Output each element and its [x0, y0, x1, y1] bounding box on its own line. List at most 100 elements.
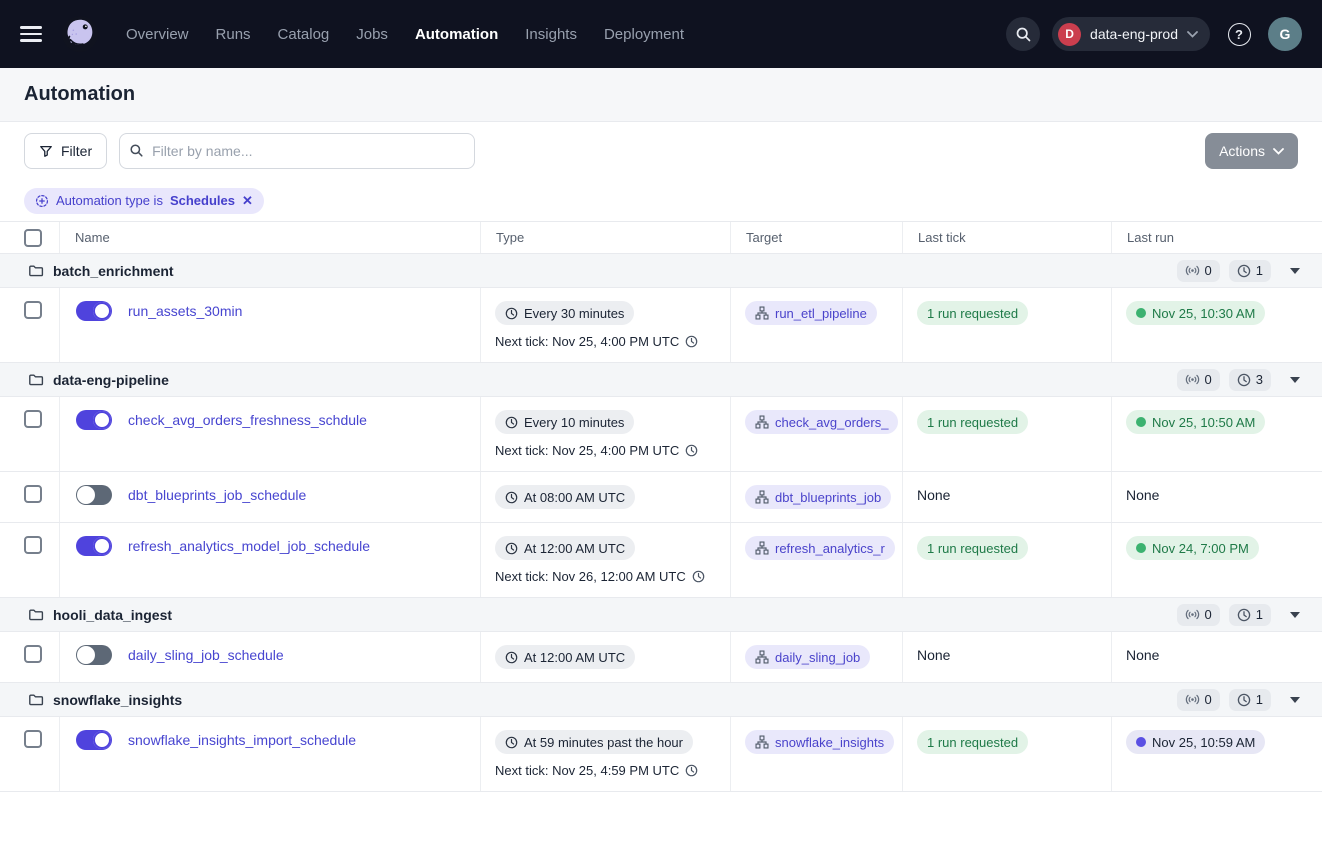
target-cell: run_etl_pipeline [731, 288, 903, 362]
search-button[interactable] [1006, 17, 1040, 51]
help-icon: ? [1228, 23, 1251, 46]
last-run-cell: Nov 24, 7:00 PM [1112, 523, 1322, 597]
clock-icon [685, 764, 698, 777]
last-run-pill[interactable]: Nov 25, 10:50 AM [1126, 410, 1265, 434]
enable-toggle[interactable] [76, 645, 112, 665]
schedule-count-badge: 1 [1229, 260, 1271, 282]
funnel-icon [39, 144, 53, 158]
last-tick-pill[interactable]: 1 run requested [917, 301, 1028, 325]
actions-button-label: Actions [1219, 143, 1265, 159]
target-label: daily_sling_job [775, 650, 860, 665]
automation-name-link[interactable]: dbt_blueprints_job_schedule [128, 487, 306, 503]
nav-item-insights[interactable]: Insights [525, 26, 577, 43]
enable-toggle[interactable] [76, 485, 112, 505]
collapse-caret-icon[interactable] [1290, 377, 1300, 383]
column-header-target: Target [731, 222, 903, 253]
folder-icon [28, 692, 44, 708]
enable-toggle[interactable] [76, 536, 112, 556]
name-cell: check_avg_orders_freshness_schdule [60, 397, 481, 471]
sensor-count: 0 [1205, 607, 1212, 622]
deployment-name: data-eng-prod [1090, 26, 1178, 42]
row-checkbox-cell [0, 632, 60, 682]
collapse-caret-icon[interactable] [1290, 697, 1300, 703]
automation-type-filter-tag[interactable]: Automation type is Schedules ✕ [24, 188, 264, 214]
row-checkbox[interactable] [24, 301, 42, 319]
name-cell: daily_sling_job_schedule [60, 632, 481, 682]
next-tick-text: Next tick: Nov 25, 4:00 PM UTC [495, 443, 679, 458]
sensor-count: 0 [1205, 263, 1212, 278]
automation-name-link[interactable]: refresh_analytics_model_job_schedule [128, 538, 370, 554]
help-button[interactable]: ? [1222, 17, 1256, 51]
last-tick-pill[interactable]: 1 run requested [917, 410, 1028, 434]
automation-name-link[interactable]: check_avg_orders_freshness_schdule [128, 412, 367, 428]
enable-toggle[interactable] [76, 410, 112, 430]
last-run-pill[interactable]: Nov 25, 10:59 AM [1126, 730, 1265, 754]
automation-row: check_avg_orders_freshness_schdule Every… [0, 397, 1322, 472]
sensor-icon [1185, 372, 1200, 387]
collapse-caret-icon[interactable] [1290, 268, 1300, 274]
schedule-count-badge: 1 [1229, 689, 1271, 711]
menu-icon[interactable] [20, 23, 46, 45]
column-header-last-tick: Last tick [903, 222, 1112, 253]
name-cell: refresh_analytics_model_job_schedule [60, 523, 481, 597]
group-row[interactable]: data-eng-pipeline 0 3 [0, 363, 1322, 397]
dagster-logo[interactable] [60, 14, 100, 54]
schedule-pill: At 12:00 AM UTC [495, 645, 635, 669]
sensor-count-badge: 0 [1177, 689, 1220, 711]
nav-item-overview[interactable]: Overview [126, 26, 189, 43]
row-checkbox[interactable] [24, 485, 42, 503]
automation-name-link[interactable]: daily_sling_job_schedule [128, 647, 284, 663]
automation-name-link[interactable]: run_assets_30min [128, 303, 242, 319]
target-pill[interactable]: daily_sling_job [745, 645, 870, 669]
last-run-none: None [1126, 487, 1159, 503]
last-run-pill[interactable]: Nov 24, 7:00 PM [1126, 536, 1259, 560]
group-row[interactable]: snowflake_insights 0 1 [0, 683, 1322, 717]
target-label: check_avg_orders_ [775, 415, 888, 430]
last-tick-none: None [917, 647, 950, 663]
last-run-pill[interactable]: Nov 25, 10:30 AM [1126, 301, 1265, 325]
filter-button[interactable]: Filter [24, 133, 107, 169]
user-avatar[interactable]: G [1268, 17, 1302, 51]
last-tick-cell: None [903, 632, 1112, 682]
row-checkbox[interactable] [24, 536, 42, 554]
name-filter-input[interactable] [119, 133, 475, 169]
last-tick-pill[interactable]: 1 run requested [917, 730, 1028, 754]
enable-toggle[interactable] [76, 730, 112, 750]
nav-item-runs[interactable]: Runs [216, 26, 251, 43]
row-checkbox[interactable] [24, 730, 42, 748]
schedule-pill: At 08:00 AM UTC [495, 485, 635, 509]
nav-item-automation[interactable]: Automation [415, 26, 498, 43]
row-checkbox[interactable] [24, 410, 42, 428]
schedule-count: 3 [1256, 372, 1263, 387]
last-run-cell: Nov 25, 10:30 AM [1112, 288, 1322, 362]
actions-button[interactable]: Actions [1205, 133, 1298, 169]
name-cell: dbt_blueprints_job_schedule [60, 472, 481, 522]
last-tick-pill[interactable]: 1 run requested [917, 536, 1028, 560]
target-pill[interactable]: check_avg_orders_ [745, 410, 898, 434]
job-graph-icon [755, 735, 769, 749]
clock-icon [1237, 608, 1251, 622]
top-nav: Overview Runs Catalog Jobs Automation Insight… [0, 0, 1322, 68]
target-pill[interactable]: snowflake_insights [745, 730, 894, 754]
job-graph-icon [755, 306, 769, 320]
remove-filter-icon[interactable]: ✕ [242, 194, 253, 207]
enable-toggle[interactable] [76, 301, 112, 321]
nav-item-catalog[interactable]: Catalog [278, 26, 330, 43]
target-pill[interactable]: dbt_blueprints_job [745, 485, 891, 509]
nav-item-jobs[interactable]: Jobs [356, 26, 388, 43]
group-row[interactable]: hooli_data_ingest 0 1 [0, 598, 1322, 632]
schedule-pill: At 59 minutes past the hour [495, 730, 693, 754]
toolbar: Filter Actions [0, 122, 1322, 180]
target-pill[interactable]: run_etl_pipeline [745, 301, 877, 325]
schedule-pill: Every 10 minutes [495, 410, 634, 434]
last-run-cell: Nov 25, 10:59 AM [1112, 717, 1322, 791]
group-row[interactable]: batch_enrichment 0 1 [0, 254, 1322, 288]
row-checkbox[interactable] [24, 645, 42, 663]
select-all-checkbox[interactable] [24, 229, 42, 247]
last-tick-cell: 1 run requested [903, 397, 1112, 471]
deployment-switcher[interactable]: D data-eng-prod [1052, 17, 1210, 51]
automation-name-link[interactable]: snowflake_insights_import_schedule [128, 732, 356, 748]
target-pill[interactable]: refresh_analytics_r [745, 536, 895, 560]
nav-item-deployment[interactable]: Deployment [604, 26, 684, 43]
collapse-caret-icon[interactable] [1290, 612, 1300, 618]
